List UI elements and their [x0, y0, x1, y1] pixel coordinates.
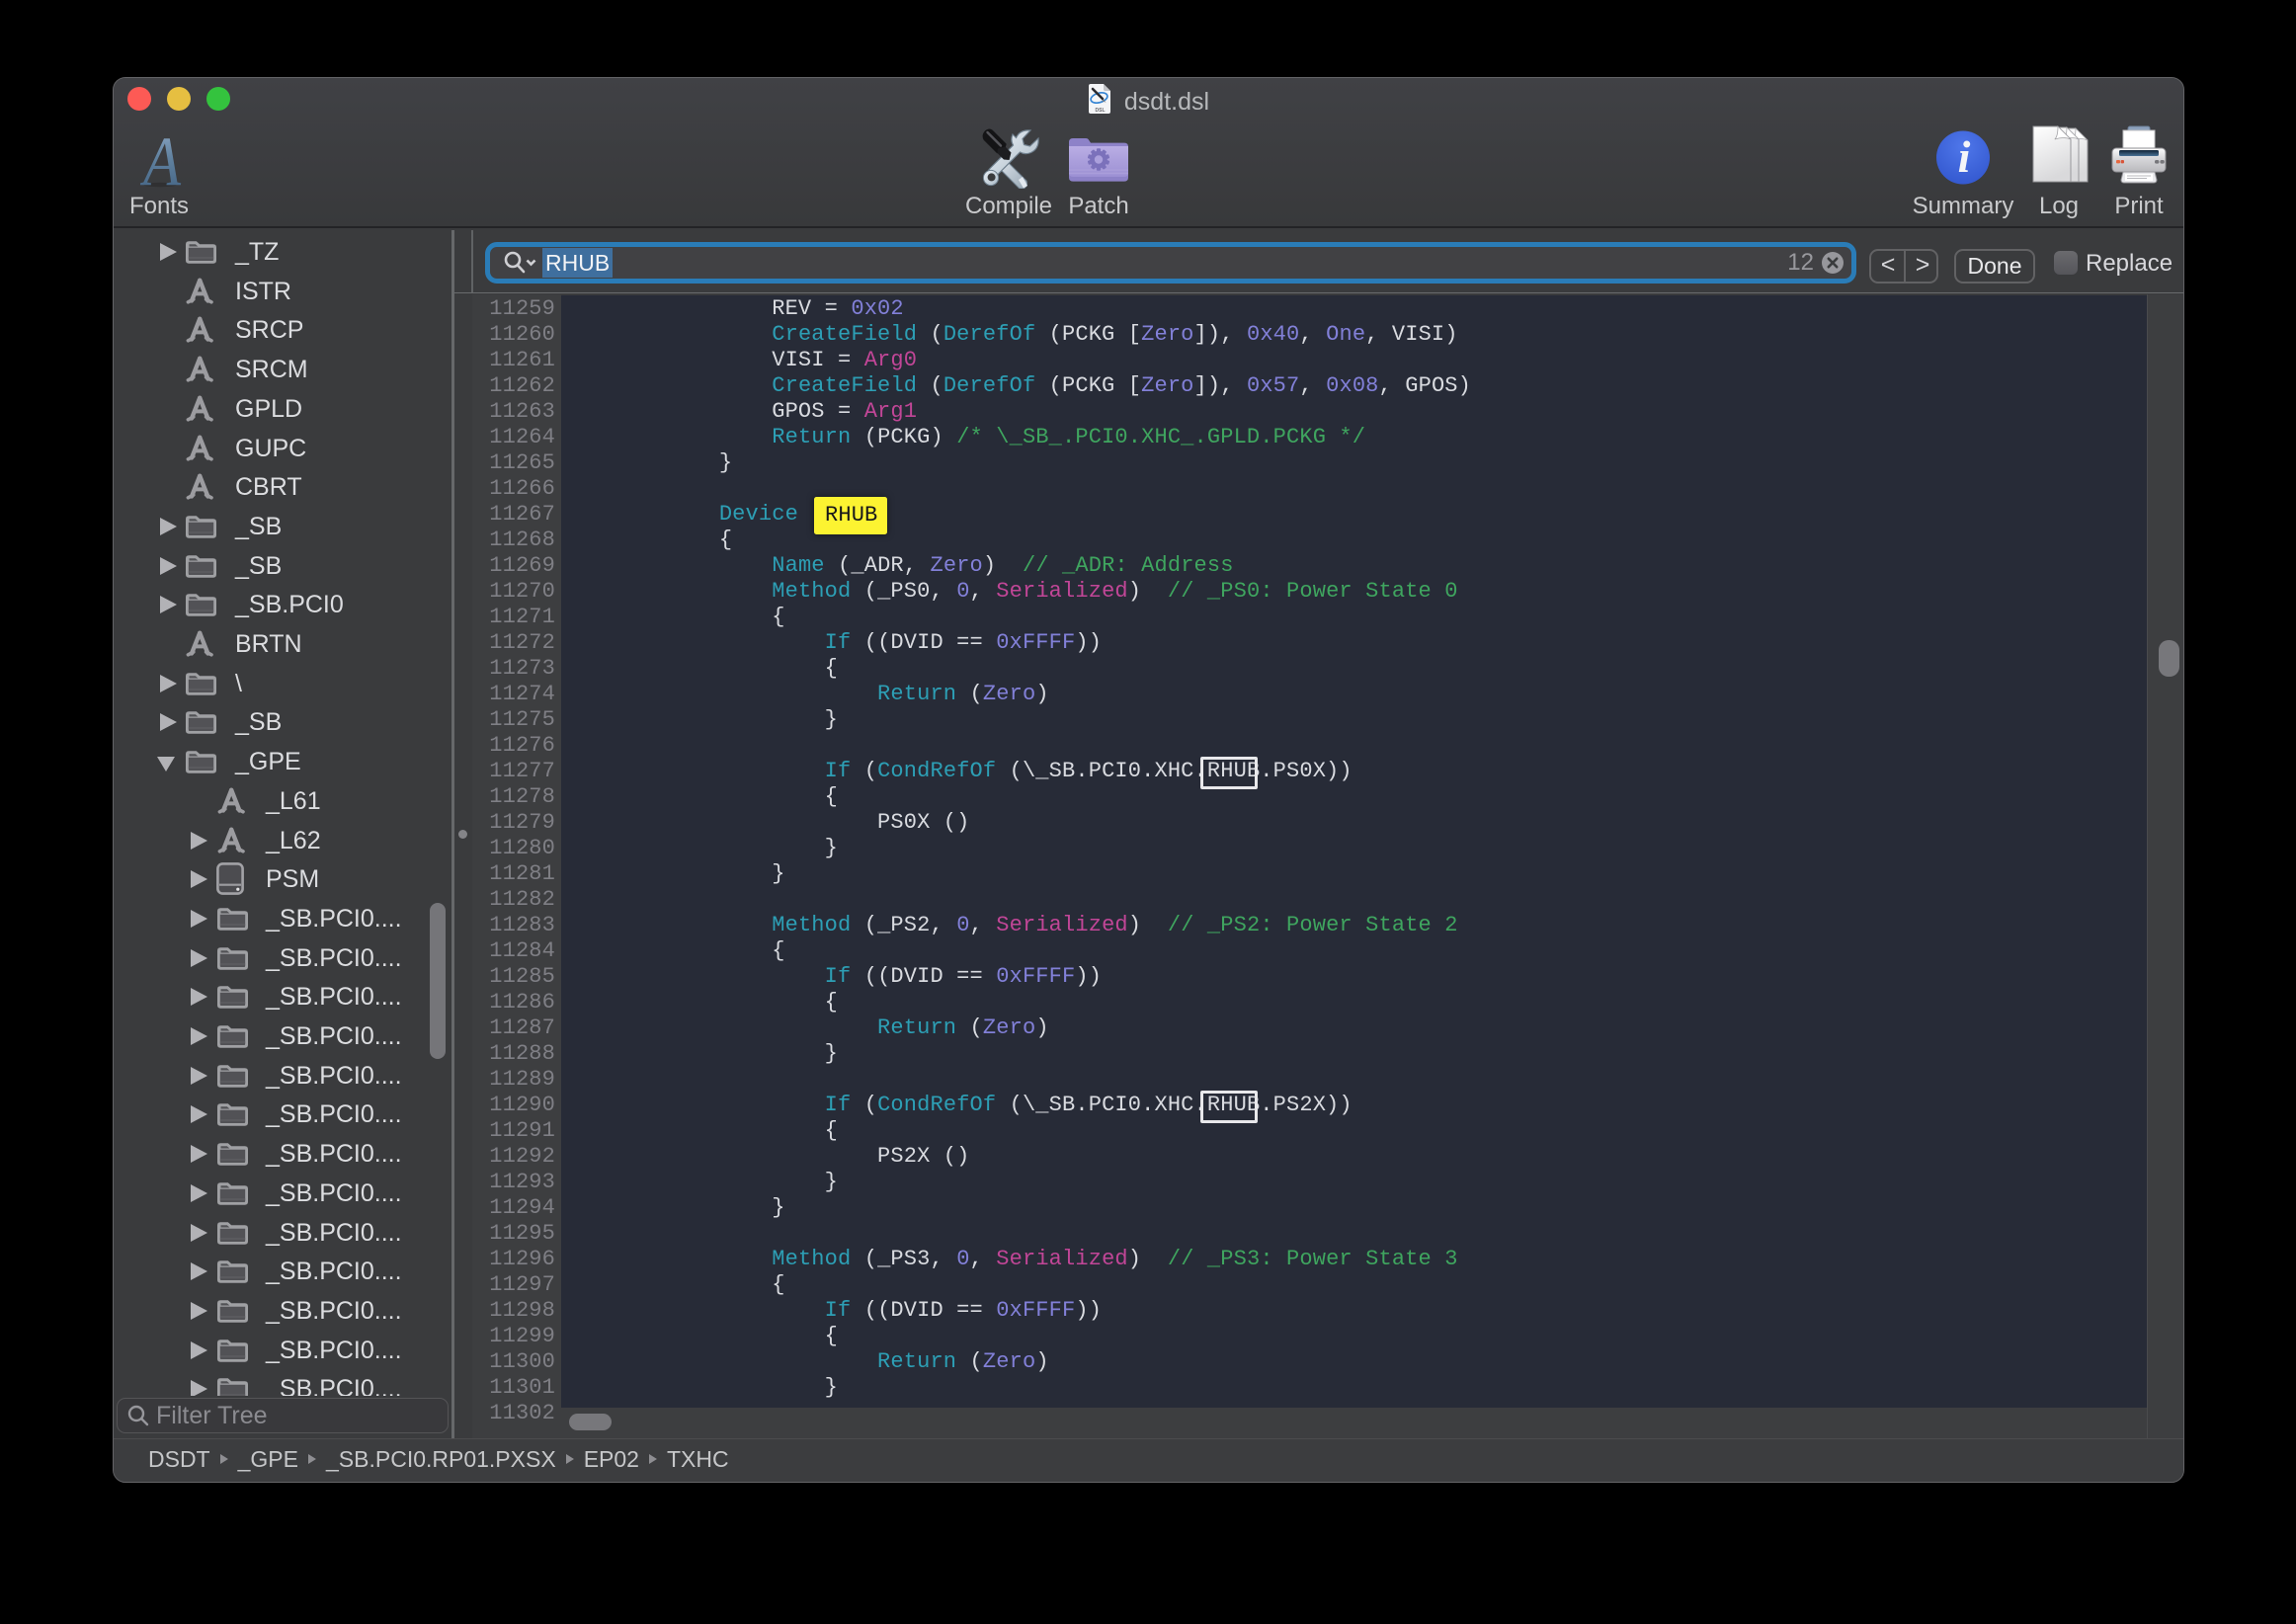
- svg-text:DSL: DSL: [1095, 108, 1105, 114]
- svg-text:i: i: [1958, 131, 1971, 182]
- svg-text:A: A: [140, 135, 182, 189]
